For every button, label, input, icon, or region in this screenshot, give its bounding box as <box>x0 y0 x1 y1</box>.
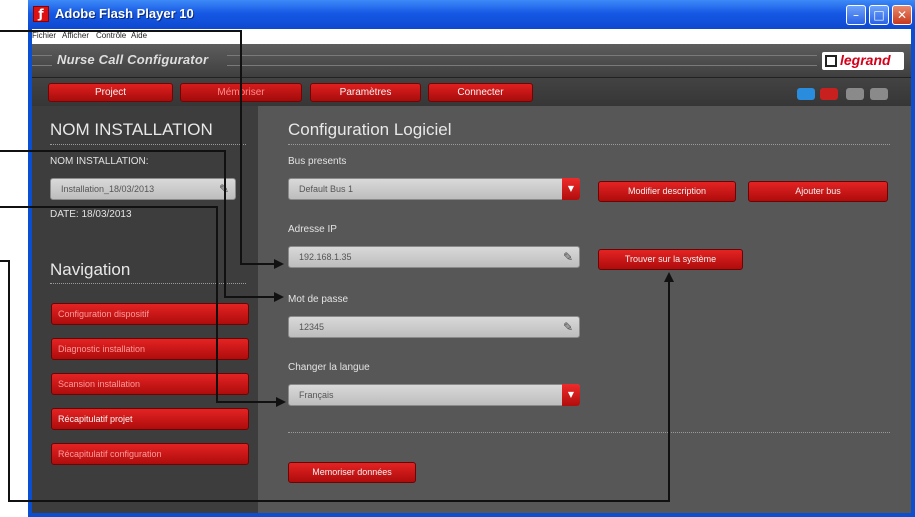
menu-fichier[interactable]: Fichier <box>32 31 56 40</box>
nav-recapitulatif-configuration[interactable]: Récapitulatif configuration <box>51 443 249 465</box>
help-icon[interactable] <box>797 88 815 100</box>
exit-app-icon[interactable] <box>870 88 888 100</box>
installation-title: NOM INSTALLATION <box>50 120 213 139</box>
date-label: DATE: 18/03/2013 <box>50 209 132 220</box>
chevron-down-icon[interactable]: ▼ <box>562 178 580 200</box>
nav-diagnostic-installation[interactable]: Diagnostic installation <box>51 338 249 360</box>
trouver-systeme-button[interactable]: Trouver sur la système <box>598 249 743 270</box>
language-value: Français <box>299 390 334 400</box>
installation-name-field[interactable]: Installation_18/03/2013 ✎ <box>50 178 236 200</box>
flash-player-window: ƒ Adobe Flash Player 10 – □ ✕ Fichier Af… <box>28 0 915 517</box>
main-panel: Configuration Logiciel Bus presents Defa… <box>258 106 911 513</box>
legrand-mark-icon <box>825 55 837 67</box>
minimize-app-icon[interactable] <box>846 88 864 100</box>
navigation-title: Navigation <box>50 260 131 279</box>
bus-label: Bus presents <box>288 156 347 167</box>
edit-pencil-icon[interactable]: ✎ <box>563 320 573 334</box>
logo-text: legrand <box>840 52 891 68</box>
menu-afficher[interactable]: Afficher <box>62 31 89 40</box>
edit-pencil-icon[interactable]: ✎ <box>563 250 573 264</box>
installation-name-value: Installation_18/03/2013 <box>61 184 155 194</box>
maximize-icon[interactable]: □ <box>869 5 889 25</box>
main-title: Configuration Logiciel <box>288 120 452 139</box>
legrand-logo: legrand <box>822 52 904 70</box>
title-bar[interactable]: ƒ Adobe Flash Player 10 – □ ✕ <box>28 0 915 29</box>
nav-configuration-dispositif[interactable]: Configuration dispositif <box>51 303 249 325</box>
bus-dropdown[interactable]: Default Bus 1 ▼ <box>288 178 580 200</box>
project-button[interactable]: Project <box>48 83 173 102</box>
app-title: Nurse Call Configurator <box>57 52 209 67</box>
password-field[interactable]: 12345 ✎ <box>288 316 580 338</box>
language-flag-icon[interactable] <box>820 88 838 100</box>
menu-controle[interactable]: Contrôle <box>96 31 126 40</box>
connecter-button[interactable]: Connecter <box>428 83 533 102</box>
bus-value: Default Bus 1 <box>299 184 354 194</box>
language-label: Changer la langue <box>288 362 370 373</box>
close-icon[interactable]: ✕ <box>892 5 912 25</box>
installation-label: NOM INSTALLATION: <box>50 156 149 167</box>
toolbar: Project Mémoriser Paramètres Connecter <box>32 78 911 106</box>
nav-recapitulatif-projet[interactable]: Récapitulatif projet <box>51 408 249 430</box>
parametres-button[interactable]: Paramètres <box>310 83 421 102</box>
window-title: Adobe Flash Player 10 <box>55 6 194 21</box>
password-value: 12345 <box>299 322 325 332</box>
app-header: Nurse Call Configurator legrand <box>32 44 911 78</box>
modifier-description-button[interactable]: Modifier description <box>598 181 736 202</box>
memoriser-donnees-button[interactable]: Memoriser données <box>288 462 416 483</box>
ip-label: Adresse IP <box>288 224 337 235</box>
menu-aide[interactable]: Aide <box>131 31 147 40</box>
password-label: Mot de passe <box>288 294 349 305</box>
flash-icon: ƒ <box>33 6 49 22</box>
minimize-icon[interactable]: – <box>846 5 866 25</box>
nav-scansion-installation[interactable]: Scansion installation <box>51 373 249 395</box>
ip-value: 192.168.1.35 <box>299 252 352 262</box>
ajouter-bus-button[interactable]: Ajouter bus <box>748 181 888 202</box>
app-area: Nurse Call Configurator legrand Project … <box>32 44 911 513</box>
ip-address-field[interactable]: 192.168.1.35 ✎ <box>288 246 580 268</box>
language-dropdown[interactable]: Français ▼ <box>288 384 580 406</box>
chevron-down-icon[interactable]: ▼ <box>562 384 580 406</box>
